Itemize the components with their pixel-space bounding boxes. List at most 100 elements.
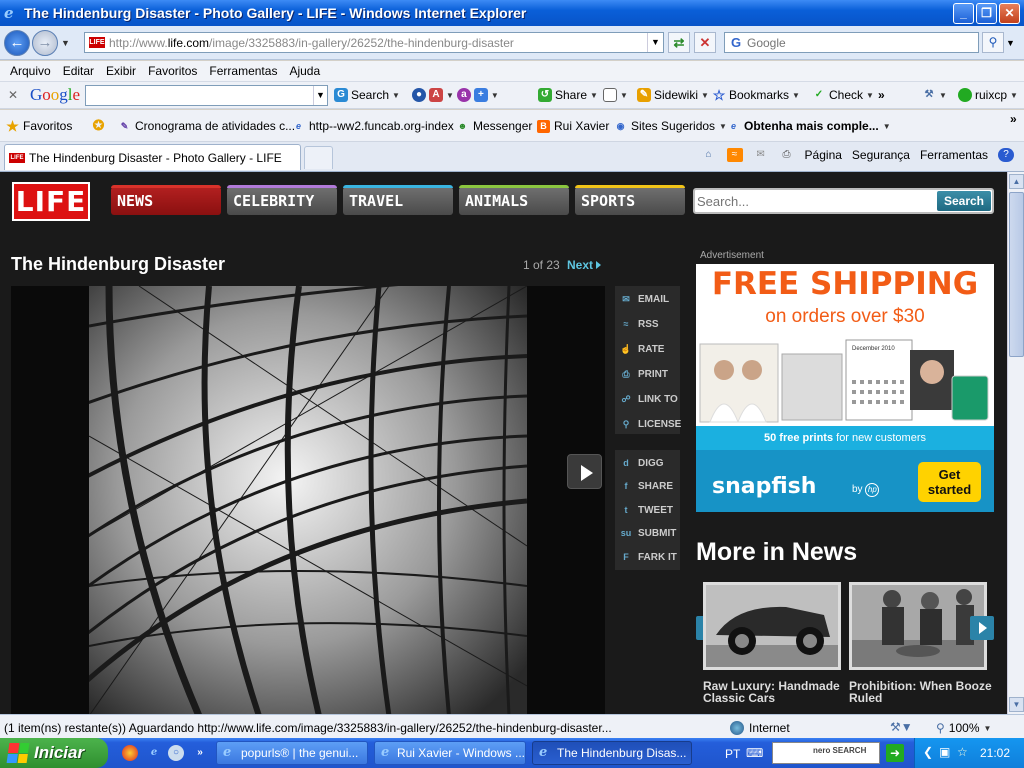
menu-arquivo[interactable]: Arquivo — [10, 64, 51, 78]
tab-hindenburg[interactable]: LIFE The Hindenburg Disaster - Photo Gal… — [4, 144, 301, 170]
favorites-more-icon[interactable]: » — [1010, 112, 1017, 126]
nero-go-icon[interactable]: ➜ — [886, 744, 904, 762]
favorites-button[interactable]: ★ Favoritos — [6, 119, 72, 134]
news-caption-prohibition[interactable]: Prohibition: When Booze Ruled — [849, 680, 994, 704]
snapfish-ad[interactable]: FREE SHIPPING on orders over $30 Decembe… — [696, 264, 994, 512]
site-search-button[interactable]: Search — [937, 191, 991, 211]
search-options-dropdown-icon[interactable]: ▼ — [1006, 38, 1015, 48]
next-photo-link[interactable]: Next — [567, 258, 602, 272]
language-indicator[interactable]: PT — [725, 747, 740, 761]
address-dropdown-icon[interactable]: ▼ — [647, 33, 663, 52]
google-toolbar-search-input[interactable]: ▼ — [85, 85, 328, 106]
start-button[interactable]: Iniciar — [0, 738, 108, 768]
play-slideshow-button[interactable] — [567, 454, 602, 489]
globe-icon[interactable]: ● — [412, 88, 426, 102]
tray-expand-icon[interactable]: ❮ — [923, 745, 933, 759]
browser-search-box[interactable]: G — [724, 32, 979, 53]
history-dropdown-icon[interactable]: ▼ — [61, 38, 70, 48]
stumbleupon-submit-button[interactable]: su SUBMIT — [620, 524, 677, 542]
clock[interactable]: 21:02 — [980, 746, 1010, 760]
ad-get-started-button[interactable]: Get started — [918, 462, 981, 502]
ferramentas-menu[interactable]: Ferramentas — [920, 148, 988, 162]
taskbar-item-rui-xavier[interactable]: e Rui Xavier - Windows ... — [374, 741, 526, 765]
nav-tab-travel[interactable]: TRAVEL — [343, 185, 453, 215]
close-toolbar-icon[interactable]: ✕ — [8, 88, 18, 102]
ie-quicklaunch-icon[interactable]: e — [146, 745, 162, 761]
toolbar-extras[interactable]: ● A ▼ a + ▼ — [412, 88, 499, 102]
toolbar-more-button[interactable]: » — [878, 88, 885, 102]
sidewiki-button[interactable]: ✎ Sidewiki ▼ — [637, 88, 709, 102]
quicklaunch-more-icon[interactable]: » — [192, 745, 208, 761]
browser-search-input[interactable] — [747, 35, 967, 50]
add-button-icon[interactable]: + — [473, 88, 488, 102]
scroll-up-icon[interactable]: ▲ — [1009, 174, 1024, 189]
home-icon[interactable]: ⌂ — [701, 148, 717, 162]
share-button[interactable]: ↺ Share ▼ — [538, 88, 598, 102]
vertical-scrollbar[interactable]: ▲ ▼ — [1007, 172, 1024, 714]
favorite-link-rui-xavier[interactable]: B Rui Xavier — [537, 119, 609, 133]
toolbar-settings-button[interactable]: ⚒ ▼ — [922, 88, 947, 102]
seguranca-menu[interactable]: Segurança — [852, 148, 910, 162]
nav-tab-celebrity[interactable]: CELEBRITY — [227, 185, 337, 215]
hindenburg-frame-photo[interactable] — [89, 286, 527, 714]
network-tray-icon[interactable]: ▣ — [939, 745, 950, 759]
favorite-obtenha-mais[interactable]: e Obtenha mais comple... ▼ — [727, 119, 891, 133]
feeds-icon[interactable]: ≈ — [726, 148, 743, 162]
zoom-level[interactable]: ⚲ 100% ▼ — [936, 721, 991, 735]
keyboard-icon[interactable]: ⌨ — [746, 746, 763, 760]
menu-exibir[interactable]: Exibir — [106, 64, 136, 78]
favorite-link-funcab[interactable]: e http--ww2.funcab.org-index — [292, 119, 454, 133]
taskbar-item-hindenburg[interactable]: e The Hindenburg Disas... — [532, 741, 692, 765]
nav-tab-sports[interactable]: SPORTS — [575, 185, 685, 215]
spellcheck-button[interactable]: ✓ Check ▼ — [812, 88, 874, 102]
quicklaunch-icon[interactable]: ○ — [168, 745, 184, 761]
chrome-quicklaunch-icon[interactable] — [122, 745, 138, 761]
page-tools-button[interactable]: ▼ — [603, 88, 628, 102]
print-icon[interactable]: ⎙ — [779, 148, 795, 162]
protected-mode-icon[interactable]: ⚒▼ — [890, 720, 913, 734]
news-caption-classic-cars[interactable]: Raw Luxury: Handmade Classic Cars — [703, 680, 848, 704]
minimize-button[interactable]: _ — [953, 3, 974, 24]
link-to-button[interactable]: ☍ LINK TO — [620, 390, 677, 408]
nav-tab-news[interactable]: NEWS — [111, 185, 221, 215]
license-button[interactable]: ⚲ LICENSE — [620, 415, 682, 433]
google-search-button[interactable]: G Search ▼ — [334, 88, 400, 102]
nav-tab-animals[interactable]: ANIMALS — [459, 185, 569, 215]
autolink-icon[interactable]: a — [456, 88, 471, 102]
menu-favoritos[interactable]: Favoritos — [148, 64, 197, 78]
maximize-button[interactable]: ❐ — [976, 3, 997, 24]
print-button[interactable]: ⎙ PRINT — [620, 365, 668, 383]
life-logo[interactable]: LIFE — [12, 182, 90, 221]
menu-editar[interactable]: Editar — [63, 64, 94, 78]
rate-button[interactable]: ☝ RATE — [620, 340, 664, 358]
news-thumb-classic-cars[interactable] — [703, 582, 841, 670]
tweet-button[interactable]: t TWEET — [620, 501, 674, 519]
favorite-sites-sugeridos[interactable]: ◉ Sites Sugeridos ▼ — [614, 119, 727, 133]
forward-button[interactable]: → — [32, 30, 58, 56]
security-zone[interactable]: Internet — [730, 721, 790, 735]
favorite-link-messenger[interactable]: ☻ Messenger — [456, 119, 533, 133]
add-favorite-button[interactable]: ✪ — [92, 118, 105, 132]
carousel-next-button[interactable] — [970, 616, 994, 640]
translate-icon[interactable]: A — [429, 88, 443, 102]
account-button[interactable]: ruixcp ▼ — [958, 88, 1018, 102]
favorite-link-cronograma[interactable]: ✎ Cronograma de atividades c... — [118, 119, 295, 133]
site-search-input[interactable] — [697, 192, 937, 210]
scroll-thumb[interactable] — [1009, 192, 1024, 357]
stop-button[interactable]: ✕ — [694, 32, 716, 53]
email-button[interactable]: ✉ EMAIL — [620, 290, 669, 308]
menu-ferramentas[interactable]: Ferramentas — [209, 64, 277, 78]
pagina-menu[interactable]: Página — [805, 148, 842, 162]
google-search-dropdown-icon[interactable]: ▼ — [313, 86, 327, 105]
fark-button[interactable]: F FARK IT — [620, 548, 677, 566]
bookmarks-button[interactable]: ☆ Bookmarks ▼ — [712, 88, 800, 102]
rss-button[interactable]: ≈ RSS — [620, 315, 659, 333]
close-button[interactable]: ✕ — [999, 3, 1020, 24]
window-title-bar[interactable]: e The Hindenburg Disaster - Photo Galler… — [0, 0, 1024, 26]
back-button[interactable]: ← — [4, 30, 30, 56]
scroll-down-icon[interactable]: ▼ — [1009, 697, 1024, 712]
mail-icon[interactable]: ✉ — [753, 148, 769, 162]
digg-button[interactable]: d DIGG — [620, 454, 663, 472]
taskbar-item-popurls[interactable]: e popurls® | the genui... — [216, 741, 368, 765]
menu-ajuda[interactable]: Ajuda — [289, 64, 320, 78]
